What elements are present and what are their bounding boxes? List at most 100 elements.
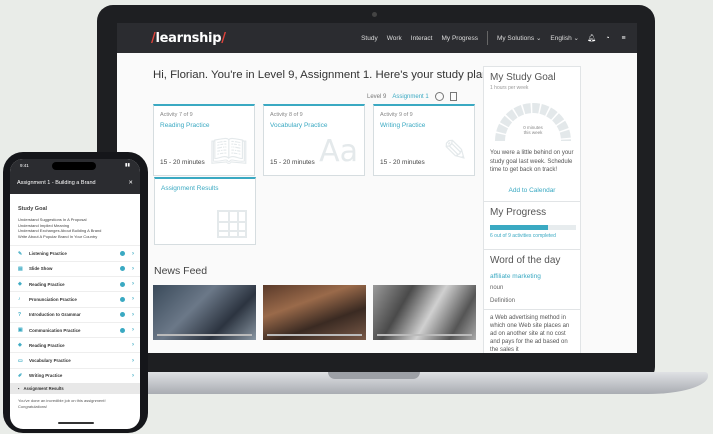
- bell-icon[interactable]: 🔔︎: [587, 35, 596, 42]
- nav-interact[interactable]: Interact: [411, 35, 433, 42]
- nav-study[interactable]: Study: [361, 35, 378, 42]
- phone-header-title: Assignment 1 - Building a Brand: [17, 179, 96, 186]
- study-goal-sub: 1 hours per week: [490, 85, 529, 91]
- phone-activity-row[interactable]: ▤ Slide Show ›: [10, 260, 140, 276]
- news-caption: [377, 334, 472, 336]
- phone-study-goal: Study Goal Understand Suggestions In A P…: [10, 194, 140, 245]
- phone-activity-list: ✎ Listening Practice › ▤ Slide Show › ◈ Reading…: [10, 245, 140, 383]
- crumb-level[interactable]: Level 9: [367, 94, 386, 100]
- activity-icon: ◈: [18, 281, 22, 288]
- chevron-right-icon[interactable]: ›: [132, 358, 134, 364]
- activity-card-writing[interactable]: Activity 9 of 9 Writing Practice 15 - 20…: [373, 104, 475, 176]
- activity-icon: ◈: [18, 342, 22, 349]
- chevron-right-icon[interactable]: ›: [132, 342, 134, 348]
- nav-my-progress[interactable]: My Progress: [441, 35, 477, 42]
- dynamic-island: [52, 162, 96, 170]
- settings-icon[interactable]: ◔: [604, 35, 611, 42]
- activity-label: Communication Practice: [29, 327, 81, 333]
- phone-activity-row[interactable]: ✐ Writing Practice ›: [10, 367, 140, 383]
- activity-label: Reading Practice: [29, 281, 65, 287]
- phone-activity-row[interactable]: ▭ Vocabulary Practice ›: [10, 352, 140, 367]
- progress-count: 6 out of 9 activities completed: [490, 233, 556, 239]
- activity-card-vocabulary[interactable]: Activity 8 of 9 Vocabulary Practice 15 -…: [263, 104, 365, 176]
- book-icon: 📖︎: [209, 134, 248, 169]
- check-icon: [120, 281, 125, 287]
- right-panel: My Study Goal 1 hours per week 0 minutes…: [483, 66, 581, 353]
- activity-label: Slide Show: [29, 266, 53, 272]
- study-gauge: 0 minutes this week: [494, 103, 572, 143]
- activity-label: Introduction to Grammar: [29, 312, 81, 318]
- menu-icon[interactable]: ≡: [620, 35, 627, 42]
- activity-title[interactable]: Writing Practice: [380, 122, 468, 129]
- activity-icon: ▭: [18, 357, 23, 364]
- add-to-calendar-button[interactable]: Add to Calendar: [484, 187, 580, 194]
- chevron-right-icon[interactable]: ›: [132, 296, 134, 302]
- nav-work[interactable]: Work: [387, 35, 402, 42]
- check-icon: [120, 327, 125, 333]
- laptop-notch: [328, 372, 420, 379]
- activity-title[interactable]: Vocabulary Practice: [270, 122, 358, 129]
- camera: [372, 12, 377, 17]
- phone-activity-row[interactable]: ◈ Reading Practice ›: [10, 337, 140, 352]
- activity-icon: ▣: [18, 327, 23, 333]
- activity-icon: ?: [18, 311, 22, 318]
- goal-message: You were a little behind on your study g…: [490, 150, 574, 173]
- chevron-right-icon[interactable]: ›: [132, 251, 134, 257]
- word-of-day[interactable]: affiliate marketing: [490, 273, 541, 280]
- nav-my-solutions[interactable]: My Solutions ⌄: [497, 34, 541, 42]
- nav-language[interactable]: English ⌄: [550, 34, 579, 42]
- activity-title[interactable]: Reading Practice: [160, 122, 248, 129]
- nav-links: Study Work Interact My Progress My Solut…: [361, 31, 627, 45]
- target-icon[interactable]: [434, 92, 444, 101]
- activity-count: Activity 9 of 9: [380, 112, 413, 118]
- activity-count: Activity 7 of 9: [160, 112, 193, 118]
- grid-icon: [217, 210, 247, 238]
- pencil-icon: ✎: [442, 134, 468, 169]
- activity-duration: 15 - 20 minutes: [160, 159, 205, 166]
- assignment-results-card[interactable]: Assignment Results: [154, 177, 256, 245]
- breadcrumb: Level 9 Assignment 1: [367, 92, 457, 101]
- results-title[interactable]: Assignment Results: [161, 185, 249, 192]
- navbar: /learnship/ Study Work Interact My Progr…: [117, 23, 637, 53]
- close-icon[interactable]: ✕: [128, 180, 133, 186]
- chevron-right-icon[interactable]: ›: [132, 373, 134, 379]
- phone-activity-row[interactable]: ♪ Pronunciation Practice ›: [10, 291, 140, 306]
- chevron-right-icon[interactable]: ›: [132, 266, 134, 272]
- phone-activity-row[interactable]: ◈ Reading Practice ›: [10, 275, 140, 291]
- news-caption: [267, 334, 362, 336]
- phone-screen: 9:41 ▮▮ Assignment 1 - Building a Brand ✕…: [10, 159, 140, 429]
- phone-activity-row[interactable]: ✎ Listening Practice ›: [10, 245, 140, 260]
- progress-bar: [490, 225, 576, 230]
- divider: [484, 201, 580, 202]
- activity-icon: ✐: [18, 372, 23, 379]
- news-thumbnail[interactable]: [153, 285, 256, 340]
- phone-activity-row[interactable]: ? Introduction to Grammar ›: [10, 306, 140, 322]
- phone-goal-line: Write About A Popular Brand In Your Coun…: [18, 233, 98, 239]
- phone-activity-row[interactable]: ▣ Communication Practice ›: [10, 321, 140, 337]
- activity-icon: ▤: [18, 265, 23, 272]
- check-icon: [120, 266, 125, 272]
- divider: [484, 249, 580, 250]
- clipboard-icon[interactable]: [449, 92, 457, 101]
- progress-fill: [490, 225, 548, 230]
- activity-count: Activity 8 of 9: [270, 112, 303, 118]
- crumb-assignment[interactable]: Assignment 1: [392, 94, 428, 100]
- check-icon: [120, 251, 125, 257]
- chevron-right-icon[interactable]: ›: [132, 327, 134, 333]
- phone-results-row[interactable]: ▪ Assignment Results: [10, 383, 140, 395]
- news-thumbnail[interactable]: [373, 285, 476, 340]
- chevron-right-icon[interactable]: ›: [132, 281, 134, 287]
- activity-card-reading[interactable]: Activity 7 of 9 Reading Practice 15 - 20…: [153, 104, 255, 176]
- logo[interactable]: /learnship/: [151, 31, 226, 46]
- font-size-icon: Aa: [319, 134, 358, 169]
- activity-label: Vocabulary Practice: [29, 358, 71, 364]
- activity-label: Reading Practice: [29, 342, 65, 348]
- divider: [484, 309, 580, 310]
- news-thumbnail[interactable]: [263, 285, 366, 340]
- news-feed-heading: News Feed: [154, 265, 208, 277]
- activity-icon: ✎: [18, 250, 23, 257]
- word-type: noun: [490, 285, 504, 291]
- activity-icon: ♪: [18, 296, 21, 303]
- home-indicator: [58, 422, 94, 424]
- chevron-right-icon[interactable]: ›: [132, 312, 134, 318]
